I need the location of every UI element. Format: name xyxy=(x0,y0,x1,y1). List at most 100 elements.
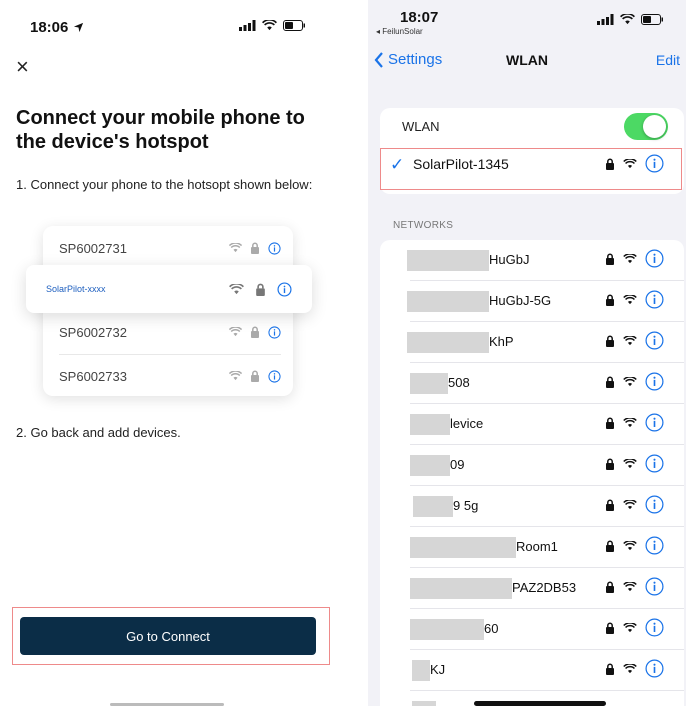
info-icon[interactable] xyxy=(645,331,664,350)
back-to-app-link[interactable]: ◂ FeilunSolar xyxy=(376,27,423,36)
divider xyxy=(59,354,281,355)
wifi-icon xyxy=(229,327,242,337)
battery-icon xyxy=(283,20,305,31)
network-row[interactable]: 508 xyxy=(380,363,684,404)
left-screen: 18:06 × Connect your mobile phone to the… xyxy=(0,0,336,706)
wifi-icon xyxy=(623,499,637,509)
status-bar: 18:06 xyxy=(0,0,336,50)
info-icon[interactable] xyxy=(645,618,664,637)
network-name: 09 xyxy=(450,457,465,472)
home-indicator xyxy=(474,701,606,706)
info-icon[interactable] xyxy=(645,290,664,309)
network-name: Room1 xyxy=(516,539,558,554)
network-row[interactable]: PAZ2DB53 xyxy=(380,568,684,609)
redacted-ssid xyxy=(410,578,512,599)
close-icon[interactable]: × xyxy=(16,56,29,78)
wlan-toggle[interactable] xyxy=(624,113,668,140)
info-icon[interactable] xyxy=(645,659,664,678)
right-screen: 18:07 ◂ FeilunSolar Settings WLAN Edit W… xyxy=(368,0,686,706)
network-name: HuGbJ xyxy=(489,252,530,267)
page-title: WLAN xyxy=(506,52,548,68)
info-icon xyxy=(277,281,292,297)
checkmark-icon: ✓ xyxy=(390,155,405,174)
info-icon[interactable] xyxy=(645,577,664,596)
toggle-knob xyxy=(643,115,666,138)
instruction-step-2: 2. Go back and add devices. xyxy=(16,425,181,440)
wifi-icon xyxy=(229,283,244,294)
network-row[interactable]: KJ xyxy=(380,650,684,691)
redacted-ssid xyxy=(407,291,489,312)
wifi-icon xyxy=(262,20,277,31)
redacted-ssid xyxy=(412,660,430,681)
current-network-name[interactable]: SolarPilot-1345 xyxy=(413,156,509,172)
wifi-icon xyxy=(623,335,637,345)
network-row[interactable]: 09 xyxy=(380,445,684,486)
lock-icon xyxy=(251,370,259,382)
info-icon xyxy=(268,325,281,339)
network-row[interactable]: HuGbJ xyxy=(380,240,684,281)
lock-icon xyxy=(606,458,614,470)
network-name: 508 xyxy=(448,375,470,390)
lock-icon xyxy=(606,540,614,552)
wifi-icon xyxy=(623,417,637,427)
network-row[interactable]: KhP xyxy=(380,322,684,363)
redacted-ssid xyxy=(412,701,436,706)
info-icon[interactable] xyxy=(645,536,664,555)
network-name: SP6002731 xyxy=(59,240,127,256)
network-name: 60 xyxy=(484,621,499,636)
network-name: 9 5g xyxy=(453,498,479,513)
lock-icon xyxy=(606,376,614,388)
redacted-ssid xyxy=(410,537,516,558)
wlan-label: WLAN xyxy=(402,119,440,134)
lock-icon xyxy=(606,158,614,170)
lock-icon xyxy=(606,581,614,593)
info-icon[interactable] xyxy=(645,249,664,268)
redacted-ssid xyxy=(407,250,489,271)
status-time: 18:07 xyxy=(400,9,439,26)
wifi-icon xyxy=(229,371,242,381)
network-name: SP6002733 xyxy=(59,368,127,384)
wifi-icon xyxy=(623,376,637,386)
info-icon xyxy=(268,369,281,383)
networks-list: HuGbJ HuGbJ-5G KhP 508 levice 09 9 5g Room1 PAZ2… xyxy=(380,240,684,706)
location-arrow-icon xyxy=(74,22,84,33)
selected-network-card: SolarPilot-xxxx xyxy=(26,265,312,313)
networks-section-header: NETWORKS xyxy=(393,220,454,231)
wifi-icon xyxy=(623,663,637,673)
redacted-ssid xyxy=(407,332,489,353)
lock-icon xyxy=(251,326,259,338)
wifi-icon xyxy=(620,14,635,25)
wifi-icon xyxy=(623,540,637,550)
wifi-icon xyxy=(623,622,637,632)
info-icon[interactable] xyxy=(645,495,664,514)
redacted-ssid xyxy=(410,455,450,476)
wifi-icon xyxy=(623,253,637,263)
network-row[interactable]: HuGbJ-5G xyxy=(380,281,684,322)
page-title: Connect your mobile phone to the device'… xyxy=(16,107,305,153)
info-icon xyxy=(268,241,281,255)
redacted-ssid xyxy=(410,414,450,435)
info-icon[interactable] xyxy=(645,413,664,432)
network-row[interactable]: Room1 xyxy=(380,527,684,568)
list-item: SP6002731 xyxy=(59,228,281,268)
network-name: HuGbJ-5G xyxy=(489,293,552,308)
network-row[interactable]: 60 xyxy=(380,609,684,650)
battery-icon xyxy=(641,14,663,25)
redacted-ssid xyxy=(410,619,484,640)
info-icon[interactable] xyxy=(645,154,664,173)
info-icon[interactable] xyxy=(645,454,664,473)
lock-icon xyxy=(256,283,265,296)
edit-button[interactable]: Edit xyxy=(656,52,680,68)
network-row[interactable]: levice xyxy=(380,404,684,445)
network-name: KhP xyxy=(489,334,514,349)
network-row[interactable]: 9 5g xyxy=(380,486,684,527)
go-to-connect-button[interactable]: Go to Connect xyxy=(20,617,316,655)
list-item: SP6002732 xyxy=(59,312,281,352)
signal-icon xyxy=(239,20,256,31)
lock-icon xyxy=(251,242,259,254)
wifi-icon xyxy=(623,581,637,591)
redacted-ssid xyxy=(410,373,448,394)
wifi-icon xyxy=(623,158,637,168)
info-icon[interactable] xyxy=(645,372,664,391)
lock-icon xyxy=(606,622,614,634)
